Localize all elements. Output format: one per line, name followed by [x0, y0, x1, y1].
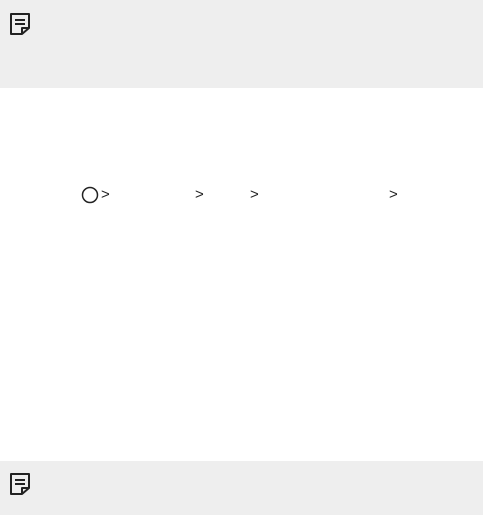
note-box-bottom — [0, 461, 483, 515]
chevron-right-icon: > — [195, 186, 204, 203]
home-circle-icon — [81, 186, 99, 204]
navigation-path: > > > > — [0, 185, 483, 207]
chevron-right-icon: > — [250, 186, 259, 203]
chevron-right-icon: > — [101, 186, 110, 203]
note-icon — [9, 472, 31, 496]
note-icon — [9, 12, 31, 36]
note-box-top — [0, 0, 483, 88]
chevron-right-icon: > — [389, 186, 398, 203]
